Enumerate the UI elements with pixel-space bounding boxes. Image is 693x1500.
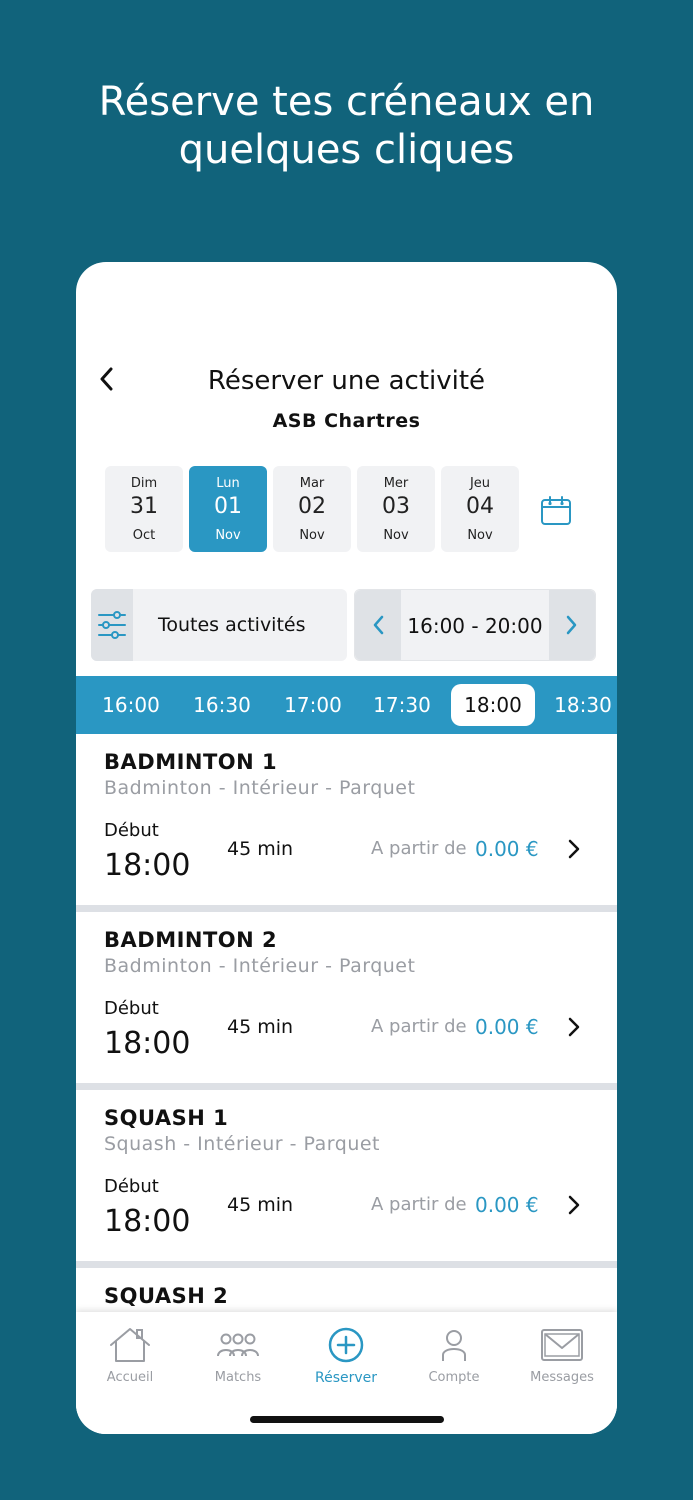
divider (76, 1261, 617, 1268)
start-time: 18:00 (104, 1026, 191, 1061)
tab-label: Matchs (214, 1370, 262, 1385)
time-slot[interactable]: 16:30 (180, 684, 264, 726)
activity-description: Badminton - Intérieur - Parquet (104, 955, 416, 977)
activity-card[interactable]: BADMINTON 1 Badminton - Intérieur - Parq… (76, 734, 617, 905)
date-day: 31 (130, 494, 158, 519)
date-month: Nov (383, 528, 409, 543)
home-indicator (250, 1416, 444, 1423)
price-prefix: A partir de (371, 1016, 467, 1037)
date-month: Nov (215, 528, 241, 543)
promo-headline: Réserve tes créneaux en quelques cliques (0, 78, 693, 174)
tab-messages[interactable]: Messages (508, 1326, 616, 1396)
calendar-icon[interactable] (540, 495, 572, 527)
divider (76, 1083, 617, 1090)
tab-accueil[interactable]: Accueil (76, 1326, 184, 1396)
date-dow: Mar (299, 476, 325, 491)
divider (76, 905, 617, 912)
tab-label: Réserver (314, 1370, 378, 1386)
activity-description: Squash - Intérieur - Parquet (104, 1133, 381, 1155)
chevron-left-icon (373, 615, 384, 635)
tab-matchs[interactable]: Matchs (184, 1326, 292, 1396)
date-card-selected[interactable]: Lun 01 Nov (189, 466, 267, 552)
tab-label: Messages (530, 1370, 594, 1385)
chevron-right-icon (568, 839, 580, 859)
date-day: 03 (382, 494, 410, 519)
time-slot-selected[interactable]: 18:00 (451, 684, 535, 726)
duration: 45 min (227, 838, 294, 860)
activity-name: BADMINTON 1 (104, 750, 278, 774)
activity-filter-button[interactable]: Toutes activités (91, 589, 347, 661)
people-icon (217, 1333, 259, 1357)
activity-name: BADMINTON 2 (104, 928, 278, 952)
chevron-right-icon (566, 615, 577, 635)
promo-headline-line2: quelques cliques (178, 127, 515, 173)
duration: 45 min (227, 1194, 294, 1216)
start-label: Début (104, 1176, 159, 1197)
chevron-right-icon (568, 1017, 580, 1037)
activity-card[interactable]: SQUASH 1 Squash - Intérieur - Parquet Dé… (76, 1090, 617, 1261)
tab-label: Compte (428, 1370, 480, 1385)
date-month: Nov (299, 528, 325, 543)
start-time: 18:00 (104, 1204, 191, 1239)
time-slot[interactable]: 18:30 (541, 684, 617, 726)
activity-filter-label: Toutes activités (158, 614, 306, 636)
start-label: Début (104, 820, 159, 841)
date-dow: Mer (383, 476, 409, 491)
user-icon (442, 1330, 466, 1361)
time-range-selector: 16:00 - 20:00 (354, 589, 596, 661)
sliders-icon (98, 611, 126, 639)
tab-label: Accueil (106, 1370, 154, 1385)
date-month: Oct (132, 528, 156, 543)
date-card[interactable]: Dim 31 Oct (105, 466, 183, 552)
tab-compte[interactable]: Compte (400, 1326, 508, 1396)
page-title: Réserver une activité (207, 366, 486, 396)
activity-name: SQUASH 2 (104, 1284, 229, 1308)
plus-circle-icon (328, 1327, 364, 1363)
activity-name: SQUASH 1 (104, 1106, 229, 1130)
mail-icon (541, 1329, 583, 1361)
price: 0.00 € (475, 837, 539, 861)
date-day: 04 (466, 494, 494, 519)
time-range-label: 16:00 - 20:00 (407, 614, 543, 638)
date-card[interactable]: Mar 02 Nov (273, 466, 351, 552)
tab-reserver[interactable]: Réserver (292, 1326, 400, 1396)
duration: 45 min (227, 1016, 294, 1038)
date-dow: Dim (130, 476, 158, 491)
range-prev-button[interactable] (355, 590, 401, 660)
promo-headline-line1: Réserve tes créneaux en (98, 79, 595, 125)
activity-card[interactable]: BADMINTON 2 Badminton - Intérieur - Parq… (76, 912, 617, 1083)
home-icon (110, 1328, 150, 1362)
start-label: Début (104, 998, 159, 1019)
date-dow: Lun (216, 476, 240, 491)
price: 0.00 € (475, 1193, 539, 1217)
time-slot-bar: 16:00 16:30 17:00 17:30 18:00 18:30 (76, 676, 617, 734)
date-dow: Jeu (469, 476, 491, 491)
price-prefix: A partir de (371, 1194, 467, 1215)
activity-description: Badminton - Intérieur - Parquet (104, 777, 416, 799)
time-slot[interactable]: 17:30 (360, 684, 444, 726)
date-card[interactable]: Jeu 04 Nov (441, 466, 519, 552)
time-slot[interactable]: 16:00 (89, 684, 173, 726)
time-slot[interactable]: 17:00 (271, 684, 355, 726)
date-month: Nov (467, 528, 493, 543)
start-time: 18:00 (104, 848, 191, 883)
date-card[interactable]: Mer 03 Nov (357, 466, 435, 552)
date-day: 02 (298, 494, 326, 519)
filter-icon-box (91, 589, 133, 661)
phone-screen: Réserver une activité ASB Chartres Dim 3… (76, 262, 617, 1434)
chevron-right-icon (568, 1195, 580, 1215)
club-name: ASB Chartres (272, 410, 421, 432)
price-prefix: A partir de (371, 838, 467, 859)
range-next-button[interactable] (549, 590, 595, 660)
price: 0.00 € (475, 1015, 539, 1039)
date-day: 01 (214, 494, 242, 519)
